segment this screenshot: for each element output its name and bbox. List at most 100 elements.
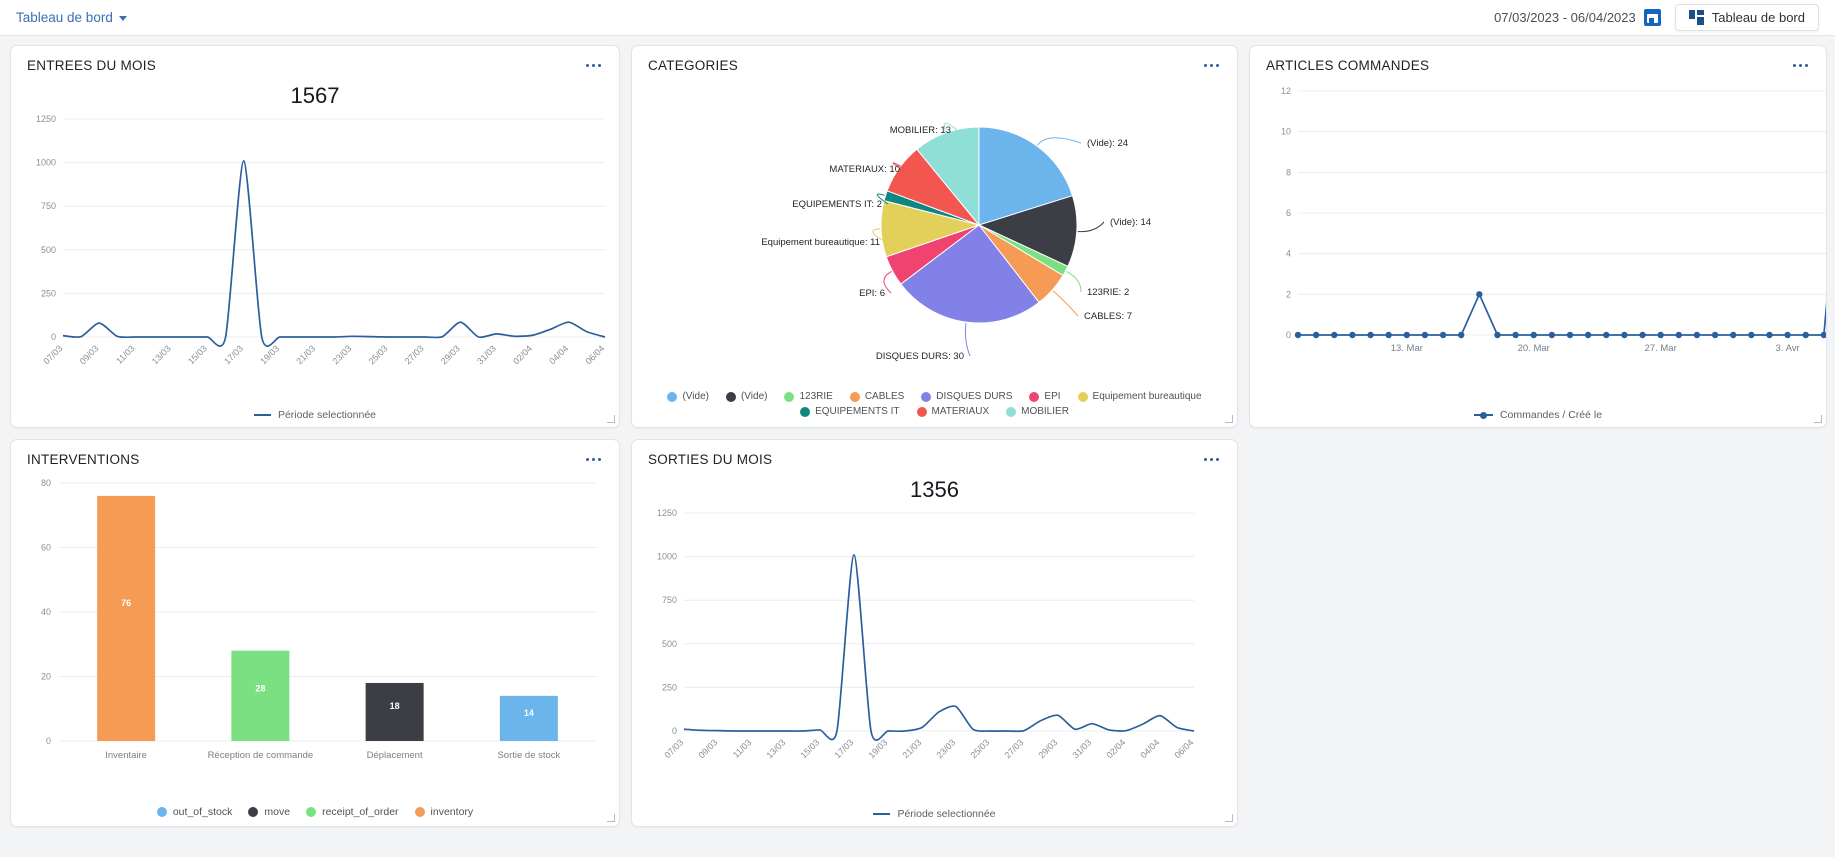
svg-text:02/04: 02/04 — [511, 343, 534, 366]
svg-text:14: 14 — [524, 708, 534, 718]
entrees-chart[interactable]: 0 250 500 750 1000 1250 07/03 09/03 11/03 13/03 15… — [11, 109, 619, 409]
interventions-bar-chart[interactable]: 0 20 40 60 80 76 Inventaire 28 Réception de comm… — [11, 471, 616, 789]
svg-text:(Vide): 14: (Vide): 14 — [1110, 217, 1151, 228]
categories-legend[interactable]: (Vide) (Vide) 123RIE CABLES DISQUES DURS EPI E… — [632, 387, 1237, 427]
svg-text:04/04: 04/04 — [547, 343, 570, 366]
svg-text:20: 20 — [41, 672, 51, 682]
panel-header: SORTIES DU MOIS — [632, 440, 1237, 471]
panel-menu-icon[interactable] — [582, 60, 606, 72]
legend-item[interactable]: CABLES — [849, 391, 904, 402]
svg-text:31/03: 31/03 — [1070, 737, 1093, 760]
svg-text:80: 80 — [41, 478, 51, 488]
svg-text:MOBILIER: 13: MOBILIER: 13 — [890, 125, 951, 136]
interventions-chart[interactable]: 0 20 40 60 80 76 Inventaire 28 Réception de comm… — [11, 471, 619, 806]
legend-item[interactable]: DISQUES DURS — [921, 391, 1012, 402]
date-range-picker[interactable]: 07/03/2023 - 06/04/2023 — [1494, 9, 1661, 26]
legend-color-icon — [921, 391, 932, 402]
legend-label: out_of_stock — [172, 806, 233, 818]
svg-text:17/03: 17/03 — [222, 343, 245, 366]
legend-color-icon — [849, 391, 860, 402]
legend-label: move — [264, 806, 291, 818]
chevron-down-icon — [118, 16, 127, 21]
legend-item[interactable]: EPI — [1029, 391, 1061, 402]
panel-entrees-du-mois: ENTREES DU MOIS 1567 0 250 500 750 1000 1250 0… — [10, 45, 620, 428]
legend-item[interactable]: 123RIE — [784, 391, 833, 402]
svg-text:28: 28 — [255, 683, 265, 693]
svg-text:CABLES: 7: CABLES: 7 — [1084, 311, 1132, 322]
articles-legend-label: Commandes / Créé le — [1499, 409, 1603, 421]
panel-menu-icon[interactable] — [1789, 60, 1813, 72]
legend-label: EQUIPEMENTS IT — [815, 406, 900, 417]
calendar-icon[interactable] — [1643, 9, 1661, 26]
legend-item[interactable]: (Vide) — [725, 391, 767, 402]
svg-text:Déplacement: Déplacement — [367, 750, 423, 761]
panel-menu-icon[interactable] — [582, 454, 606, 466]
panel-title: CATEGORIES — [648, 58, 739, 73]
svg-text:25/03: 25/03 — [367, 343, 390, 366]
panel-articles-commandes: ARTICLES COMMANDES 0 2 4 6 8 10 12 13. Mar 20. M… — [1249, 45, 1827, 428]
panel-title: SORTIES DU MOIS — [648, 452, 773, 467]
legend-item[interactable]: receipt_of_order — [306, 806, 399, 818]
svg-text:6: 6 — [1286, 208, 1291, 218]
svg-text:EQUIPEMENTS IT: 2: EQUIPEMENTS IT: 2 — [792, 199, 882, 210]
legend-label: receipt_of_order — [322, 806, 399, 818]
legend-item[interactable]: out_of_stock — [156, 806, 233, 818]
legend-color-icon — [306, 807, 317, 817]
legend-label: inventory — [430, 806, 474, 818]
sorties-total: 1356 — [910, 477, 959, 502]
svg-text:10: 10 — [1281, 127, 1291, 137]
svg-text:11/03: 11/03 — [114, 343, 137, 366]
svg-text:04/04: 04/04 — [1138, 737, 1161, 760]
dashboard-switch-button[interactable]: Tableau de bord — [1674, 4, 1819, 31]
panel-title: ARTICLES COMMANDES — [1266, 58, 1430, 73]
legend-item[interactable]: (Vide) — [667, 391, 709, 402]
svg-text:20. Mar: 20. Mar — [1518, 343, 1550, 354]
legend-item[interactable]: EQUIPEMENTS IT — [800, 406, 900, 417]
svg-text:23/03: 23/03 — [330, 343, 353, 366]
svg-text:(Vide): 24: (Vide): 24 — [1087, 138, 1128, 149]
legend-item[interactable]: move — [248, 806, 290, 818]
articles-line-chart[interactable]: 0 2 4 6 8 10 12 13. Mar 20. Mar 27. Mar 3. Avr — [1250, 77, 1827, 397]
svg-text:1000: 1000 — [36, 158, 56, 168]
svg-text:13/03: 13/03 — [150, 343, 173, 366]
svg-text:11/03: 11/03 — [731, 737, 754, 760]
entrees-legend[interactable]: Période selectionnée — [11, 409, 619, 427]
svg-text:4: 4 — [1286, 249, 1291, 259]
interventions-legend[interactable]: out_of_stock move receipt_of_order inventor… — [11, 806, 619, 826]
articles-chart[interactable]: 0 2 4 6 8 10 12 13. Mar 20. Mar 27. Mar 3. Avr — [1250, 77, 1826, 409]
sorties-line-chart[interactable]: 0 250 500 750 1000 1250 07/03 09/03 11/03 13/03 15… — [632, 503, 1208, 803]
svg-text:19/03: 19/03 — [258, 343, 281, 366]
svg-text:Inventaire: Inventaire — [105, 750, 147, 761]
svg-text:27/03: 27/03 — [1002, 737, 1025, 760]
legend-label: Equipement bureautique — [1092, 391, 1202, 402]
legend-item[interactable]: MATERIAUX — [916, 406, 989, 417]
panel-resize-handle[interactable] — [1225, 814, 1233, 822]
panel-resize-handle[interactable] — [607, 814, 615, 822]
entrees-line-chart[interactable]: 0 250 500 750 1000 1250 07/03 09/03 11/03 13/03 15… — [11, 109, 619, 409]
dashboard-menu-trigger[interactable]: Tableau de bord — [16, 10, 127, 25]
categories-pie-chart[interactable]: (Vide): 24 (Vide): 14 123RIE: 2 CABLES: 7 DI… — [632, 77, 1237, 382]
panel-menu-icon[interactable] — [1200, 454, 1224, 466]
panel-resize-handle[interactable] — [1225, 415, 1233, 423]
svg-text:Réception de commande: Réception de commande — [208, 750, 314, 761]
articles-legend[interactable]: Commandes / Créé le — [1250, 409, 1826, 427]
panel-menu-icon[interactable] — [1200, 60, 1224, 72]
svg-text:21/03: 21/03 — [294, 343, 317, 366]
legend-color-icon — [1029, 391, 1040, 402]
svg-text:Sortie de stock: Sortie de stock — [497, 750, 560, 761]
svg-text:123RIE: 2: 123RIE: 2 — [1087, 287, 1129, 298]
panel-resize-handle[interactable] — [1814, 415, 1822, 423]
panel-resize-handle[interactable] — [607, 415, 615, 423]
sorties-legend-label: Période selectionnée — [897, 808, 996, 820]
svg-text:29/03: 29/03 — [439, 343, 462, 366]
legend-item[interactable]: Equipement bureautique — [1077, 391, 1202, 402]
panel-header: CATEGORIES — [632, 46, 1237, 77]
categories-chart[interactable]: (Vide): 24 (Vide): 14 123RIE: 2 CABLES: 7 DI… — [632, 77, 1237, 387]
svg-text:Equipement bureautique: 11: Equipement bureautique: 11 — [761, 237, 880, 248]
legend-item[interactable]: MOBILIER — [1006, 406, 1069, 417]
sorties-chart[interactable]: 0 250 500 750 1000 1250 07/03 09/03 11/03 13/03 15… — [632, 503, 1237, 808]
legend-item[interactable]: inventory — [414, 806, 474, 818]
dashboard-grid-icon — [1688, 10, 1704, 25]
sorties-legend[interactable]: Période selectionnée — [632, 808, 1237, 826]
svg-text:500: 500 — [41, 245, 56, 255]
